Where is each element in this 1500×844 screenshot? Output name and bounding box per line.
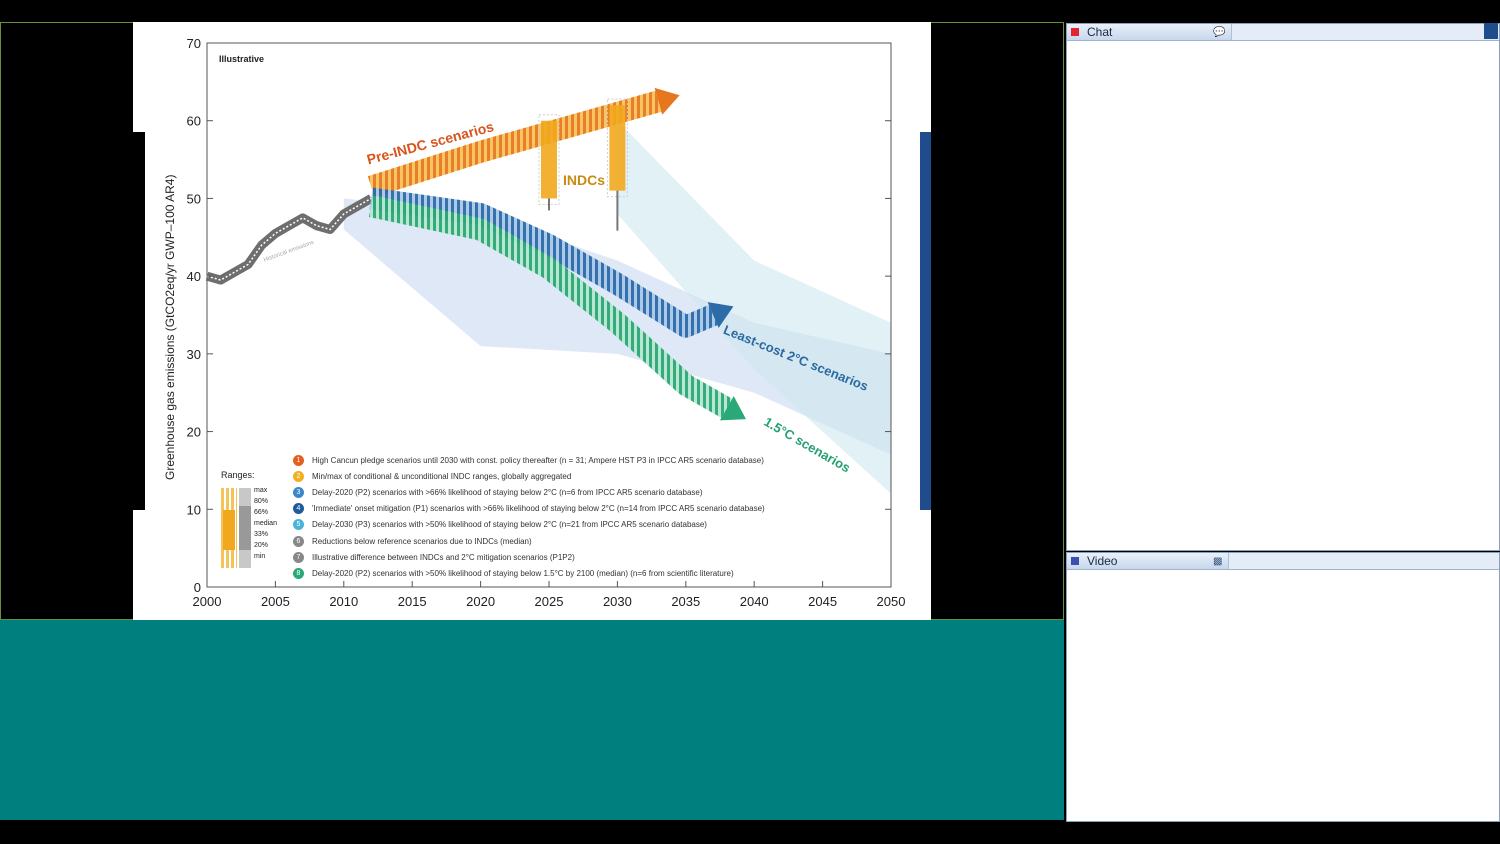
- legend-number: 5: [293, 519, 304, 531]
- indc-range-bar: [609, 105, 626, 191]
- video-panel-header[interactable]: Video ▩: [1067, 553, 1499, 570]
- indcs-label: INDCs: [563, 172, 606, 188]
- legend-item: 8 Delay-2020 (P2) scenarios with >50% lik…: [293, 565, 853, 581]
- y-tick-label: 30: [187, 347, 201, 362]
- y-tick-label: 0: [194, 580, 201, 595]
- x-tick-label: 2010: [329, 594, 358, 609]
- legend-number: 6: [293, 535, 304, 547]
- presentation-slide: 2000 2005 2010 2015 2020 2025 2030 2035 2040 2045…: [133, 22, 931, 620]
- y-tick-label: 20: [187, 425, 201, 440]
- legend-text: Delay-2020 (P2) scenarios with >66% like…: [312, 487, 703, 497]
- x-tick-label: 2040: [740, 594, 769, 609]
- legend-item: 1 High Cancun pledge scenarios until 2030…: [293, 452, 853, 468]
- legend-item: 4 'Immediate' onset mitigation (P1) scena…: [293, 501, 853, 517]
- content-background: [0, 620, 1064, 820]
- legend-item: 3 Delay-2020 (P2) scenarios with >66% lik…: [293, 484, 853, 500]
- y-tick-label: 10: [187, 502, 201, 517]
- y-tick-label: 60: [187, 114, 201, 129]
- range-key-4: 33%: [254, 531, 269, 538]
- range-key-0: max: [254, 487, 268, 494]
- range-key-6: min: [254, 553, 266, 560]
- range-key-2: 66%: [254, 509, 269, 516]
- x-tick-label: 2025: [535, 594, 564, 609]
- x-tick-label: 2035: [671, 594, 700, 609]
- legend-text: Illustrative difference between INDCs an…: [312, 552, 575, 562]
- legend-number: 4: [293, 503, 304, 515]
- chat-panel-header[interactable]: Chat 💬: [1067, 24, 1499, 41]
- y-axis-label: Greenhouse gas emissions (GtCO2eq/yr GWP…: [163, 174, 177, 480]
- illustrative-label: Illustrative: [219, 54, 265, 64]
- bottom-bar: [0, 820, 1500, 844]
- x-tick-label: 2045: [808, 594, 837, 609]
- x-tick-label: 2015: [398, 594, 427, 609]
- legend-item: 7 Illustrative difference between INDCs a…: [293, 549, 853, 565]
- legend-number: 1: [293, 454, 304, 466]
- legend-number: 2: [293, 470, 304, 482]
- indc-range-bar: [541, 120, 557, 199]
- y-tick-label: 70: [187, 36, 201, 51]
- legend-number: 7: [293, 551, 304, 563]
- legend-text: 'Immediate' onset mitigation (P1) scenar…: [312, 504, 765, 514]
- ranges-key: Ranges: max 80% 66% median 33% 20% min: [221, 470, 283, 580]
- legend-number: 3: [293, 486, 304, 498]
- historical-emissions-line: [205, 194, 374, 285]
- range-key-3: median: [254, 520, 277, 527]
- legend-item: 2 Min/max of conditional & unconditional …: [293, 468, 853, 484]
- x-tick-label: 2030: [603, 594, 632, 609]
- x-tick-label: 2000: [193, 594, 222, 609]
- x-tick-label: 2005: [261, 594, 290, 609]
- slide-left-border: [133, 132, 145, 510]
- y-tick-label: 50: [187, 191, 201, 206]
- legend-text: Delay-2020 (P2) scenarios with >50% like…: [312, 568, 734, 578]
- range-key-1: 80%: [254, 498, 269, 505]
- speech-bubble-icon[interactable]: 💬: [1213, 27, 1225, 38]
- range-key-5: 20%: [254, 542, 269, 549]
- legend-item: 6 Reductions below reference scenarios du…: [293, 533, 853, 549]
- slide-right-border: [920, 132, 931, 510]
- video-status-icon: [1071, 557, 1079, 565]
- legend-text: Reductions below reference scenarios due…: [312, 536, 532, 546]
- legend-text: Min/max of conditional & unconditional I…: [312, 471, 572, 481]
- chat-title: Chat: [1087, 25, 1113, 39]
- camera-icon[interactable]: ▩: [1213, 556, 1222, 567]
- ranges-label: Ranges:: [221, 470, 255, 480]
- legend-text: Delay-2030 (P3) scenarios with >50% like…: [312, 520, 707, 530]
- legend-item: 5 Delay-2030 (P3) scenarios with >50% lik…: [293, 517, 853, 533]
- legend-text: High Cancun pledge scenarios until 2030 …: [312, 455, 764, 465]
- legend: 1 High Cancun pledge scenarios until 2030…: [293, 452, 853, 582]
- video-title: Video: [1087, 554, 1118, 568]
- x-tick-label: 2050: [877, 594, 906, 609]
- chat-panel: Chat 💬: [1066, 23, 1500, 551]
- video-panel: Video ▩: [1066, 552, 1500, 822]
- y-tick-label: 40: [187, 269, 201, 284]
- panel-scrollbar[interactable]: [1484, 23, 1498, 39]
- chat-status-icon: [1071, 28, 1079, 36]
- x-tick-label: 2020: [466, 594, 495, 609]
- legend-number: 8: [293, 567, 304, 579]
